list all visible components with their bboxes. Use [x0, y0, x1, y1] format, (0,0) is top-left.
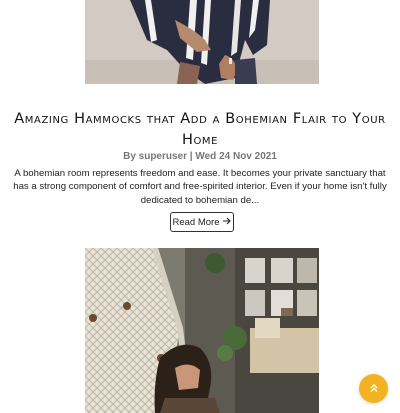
arrow-right-icon	[222, 217, 232, 228]
post-title[interactable]: Amazing Hammocks that Add a Bohemian Fla…	[8, 109, 392, 151]
post-image-bottom[interactable]	[85, 248, 319, 413]
read-more-button[interactable]: Read More	[170, 212, 234, 232]
post-meta: By superuser | Wed 24 Nov 2021	[123, 151, 277, 162]
post-image-top[interactable]	[85, 0, 319, 84]
striped-poncho-photo	[85, 0, 319, 84]
post-excerpt: A bohemian room represents freedom and e…	[13, 168, 387, 206]
scroll-to-top-button[interactable]	[359, 374, 388, 403]
read-more-label: Read More	[172, 216, 220, 228]
hammock-interior-photo	[85, 248, 319, 413]
double-chevron-up-icon	[369, 380, 379, 398]
